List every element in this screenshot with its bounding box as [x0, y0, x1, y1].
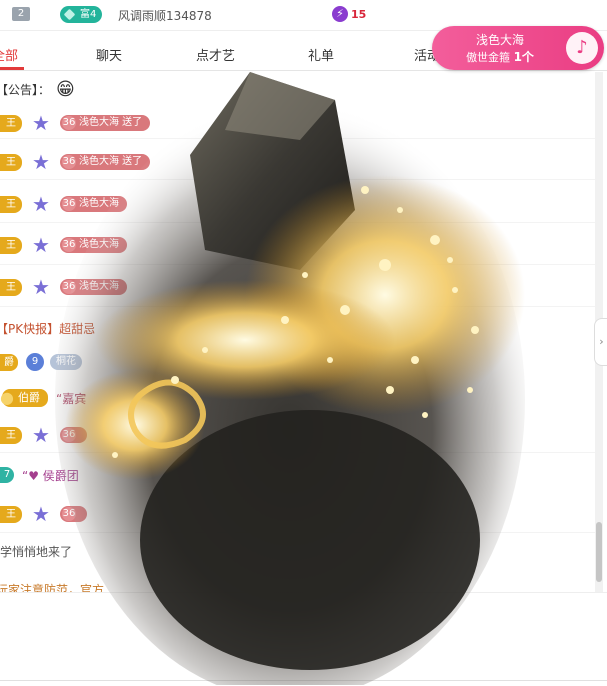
lightning-icon: ⚡ [332, 6, 348, 22]
warning-text: 玩家注意防范，官方 [0, 582, 105, 593]
rank-badge: 2 [12, 7, 30, 21]
gift-title-name: 傲世金箍 [466, 51, 511, 64]
gift-sender: 浅色大海 [475, 33, 524, 47]
star-icon: ★ [32, 233, 50, 257]
bottom-divider [0, 680, 607, 681]
chat-panel[interactable]: 【公告】： 😁 王 ★ 36 浅色大海 送了 王 ★ 36 浅色大海 送了 王 ★ … [0, 72, 595, 592]
star-icon: ★ [32, 192, 50, 216]
divider [0, 306, 595, 307]
gift-banner[interactable]: 浅色大海 傲世金箍 1个 ♪ [432, 26, 604, 70]
chat-message-row: 王 ★ 36 浅色大海 [0, 276, 127, 298]
divider [0, 222, 595, 223]
chat-message-row: 7 “♥ 侯爵团 [0, 464, 79, 486]
level-badge: 36 浅色大海 送了 [60, 154, 151, 170]
king-badge: 王 [0, 426, 22, 444]
earl-message: “嘉宾 [56, 391, 87, 406]
message-sender: 浅色大海 送了 [79, 117, 143, 128]
star-icon: ★ [32, 150, 50, 174]
tab-chat[interactable]: 聊天 [96, 45, 122, 64]
king-badge: 王 [0, 236, 22, 254]
pk-news-row: 【PK快报】超甜忌 [0, 317, 95, 339]
medal-icon: ● [0, 388, 14, 407]
king-badge: 王 [0, 278, 22, 296]
fortune-level-label: 富4 [80, 9, 97, 20]
level-number: 36 [62, 116, 76, 130]
warning-row: 玩家注意防范，官方 [0, 578, 105, 593]
star-icon: ★ [32, 275, 50, 299]
noble-badge: 爵 [0, 353, 18, 371]
fortune-level-badge: 富4 [60, 6, 103, 23]
level-number: 36 [62, 280, 76, 294]
chat-message-row: 王 ★ 36 [0, 424, 87, 446]
chat-message-row: 王 ★ 36 [0, 503, 87, 525]
message-sender: 浅色大海 送了 [79, 156, 143, 167]
chat-message-row: 王 ★ 36 浅色大海 [0, 234, 127, 256]
enter-notice-text: 学悄悄地来了 [0, 544, 73, 559]
level-badge: 36 浅色大海 [60, 237, 127, 253]
enter-notice-row: 学悄悄地来了 [0, 540, 72, 562]
fan-level-badge: 7 [0, 467, 14, 483]
level-badge: 36 [60, 506, 87, 522]
lightning-count: 15 [351, 8, 367, 21]
gift-title-count: 1个 [513, 50, 534, 64]
message-sender: 浅色大海 [79, 198, 119, 209]
level-badge: 36 浅色大海 送了 [60, 115, 151, 131]
divider [0, 138, 595, 139]
chat-message-row: 王 ★ 36 浅色大海 送了 [0, 111, 151, 135]
message-sender: 浅色大海 [79, 239, 119, 250]
tab-all[interactable]: 全部 [0, 45, 18, 64]
marquis-message: “♥ 侯爵团 [22, 468, 79, 483]
star-icon: ★ [32, 502, 50, 526]
chat-message-row: ● 伯爵 “嘉宾 [0, 387, 86, 409]
divider [0, 532, 595, 533]
announcement-label: 【公告】： [0, 82, 51, 97]
earl-badge: ● 伯爵 [0, 388, 48, 407]
tab-talent[interactable]: 点才艺 [196, 45, 235, 64]
message-sender: 浅色大海 [79, 281, 119, 292]
star-icon: ★ [32, 423, 50, 447]
king-badge: 王 [0, 153, 22, 171]
active-tab-indicator [0, 67, 24, 70]
level-badge: 36 [60, 427, 87, 443]
star-icon: ★ [32, 111, 50, 135]
input-area [0, 592, 607, 686]
grin-emoji-icon: 😁 [56, 78, 75, 100]
gift-title: 傲世金箍 1个 [440, 48, 560, 65]
user-name-tag: 桐花 [50, 354, 82, 370]
collapse-handle[interactable]: › [594, 318, 607, 366]
divider [0, 264, 595, 265]
earl-badge-label: 伯爵 [18, 391, 40, 404]
level-number: 36 [62, 197, 76, 211]
pk-news-text: 【PK快报】超甜忌 [0, 321, 96, 336]
announcement-row: 【公告】： 😁 [0, 78, 75, 100]
king-badge: 王 [0, 195, 22, 213]
guitar-icon: ♪ [566, 32, 598, 64]
username[interactable]: 风调雨顺134878 [118, 7, 212, 24]
level-number: 36 [62, 155, 76, 169]
tab-gift-list[interactable]: 礼单 [308, 45, 334, 64]
scrollbar-thumb[interactable] [596, 522, 602, 582]
level-number: 36 [62, 238, 76, 252]
diamond-icon [63, 8, 76, 21]
shield-icon: 9 [26, 353, 44, 371]
chat-message-row: 王 ★ 36 浅色大海 送了 [0, 150, 151, 174]
chevron-right-icon: › [599, 335, 604, 348]
divider [0, 179, 595, 180]
king-badge: 王 [0, 114, 22, 132]
divider [0, 452, 595, 453]
chat-message-row: 王 ★ 36 浅色大海 [0, 193, 127, 215]
level-badge: 36 浅色大海 [60, 196, 127, 212]
level-number: 36 [62, 507, 76, 521]
chat-message-row: 爵 9 桐花 [0, 351, 82, 373]
level-number: 36 [62, 428, 76, 442]
king-badge: 王 [0, 505, 22, 523]
level-badge: 36 浅色大海 [60, 279, 127, 295]
